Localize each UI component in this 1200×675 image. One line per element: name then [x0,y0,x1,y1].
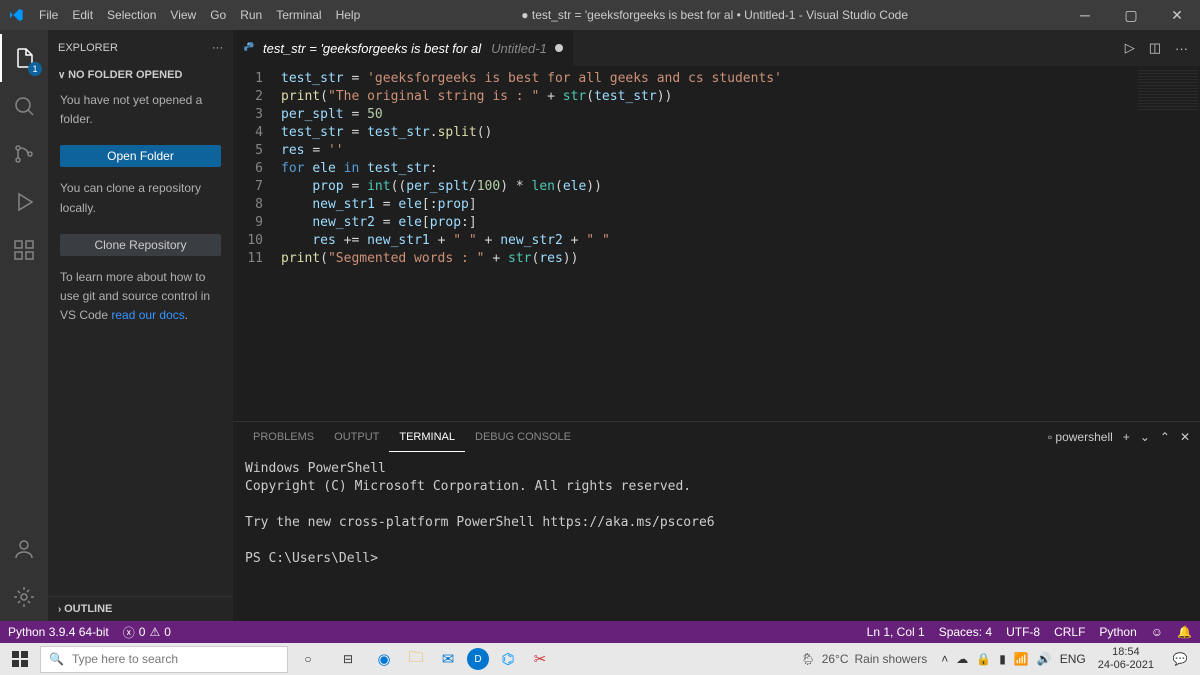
start-button[interactable] [0,643,40,675]
extensions-icon[interactable] [0,226,48,274]
eol[interactable]: CRLF [1054,625,1085,639]
taskbar-search[interactable]: 🔍 Type here to search [40,646,288,673]
weather-widget[interactable]: 🌦 26°C Rain showers [792,652,935,666]
snip-icon[interactable]: ✂ [527,646,553,672]
panel-tabs: PROBLEMSOUTPUTTERMINALDEBUG CONSOLE ▫ po… [233,422,1200,452]
bottom-panel: PROBLEMSOUTPUTTERMINALDEBUG CONSOLE ▫ po… [233,421,1200,621]
titlebar: FileEditSelectionViewGoRunTerminalHelp ●… [0,0,1200,30]
feedback-icon[interactable]: ☺ [1151,625,1163,639]
clock[interactable]: 18:54 24-06-2021 [1092,646,1160,672]
terminal-shell-label[interactable]: ▫ powershell [1048,430,1113,444]
activity-bar: 1 [0,30,48,621]
menu-bar: FileEditSelectionViewGoRunTerminalHelp [32,0,367,30]
sidebar: EXPLORER ··· NO FOLDER OPENED You have n… [48,30,233,621]
minimize-button[interactable]: ─ [1062,0,1108,30]
clone-msg: You can clone a repository locally. [48,173,233,227]
editor-tabs: test_str = 'geeksforgeeks is best for al… [233,30,1200,66]
search-icon: 🔍 [49,652,64,666]
code-editor[interactable]: 1234567891011 test_str = 'geeksforgeeks … [233,66,1200,421]
menu-go[interactable]: Go [203,8,233,22]
wifi-icon[interactable]: 📶 [1014,652,1029,666]
read-docs-link[interactable]: read our docs [111,308,184,322]
panel-tab-terminal[interactable]: TERMINAL [389,422,465,452]
new-terminal-icon[interactable]: + [1123,430,1130,444]
python-file-icon [243,41,257,55]
task-view-icon[interactable]: ⊟ [328,643,368,675]
sidebar-more-icon[interactable]: ··· [212,42,223,54]
menu-help[interactable]: Help [329,8,368,22]
window-title: ● test_str = 'geeksforgeeks is best for … [367,8,1062,22]
accounts-icon[interactable] [0,525,48,573]
menu-file[interactable]: File [32,8,65,22]
search-icon[interactable] [0,82,48,130]
menu-selection[interactable]: Selection [100,8,163,22]
dirty-indicator-icon [555,44,563,52]
editor-more-icon[interactable]: ··· [1175,41,1188,56]
settings-gear-icon[interactable] [0,573,48,621]
run-file-icon[interactable]: ▷ [1125,40,1135,56]
maximize-button[interactable]: ▢ [1108,0,1154,30]
security-icon[interactable]: 🔒 [976,652,991,666]
maximize-panel-icon[interactable]: ⌃ [1160,430,1170,444]
python-version[interactable]: Python 3.9.4 64-bit [8,625,109,639]
open-folder-button[interactable]: Open Folder [60,145,221,167]
split-editor-icon[interactable]: ◫ [1149,40,1161,56]
input-lang[interactable]: ENG [1060,652,1086,666]
terminal-dropdown-icon[interactable]: ⌄ [1140,430,1150,444]
vscode-taskbar-icon[interactable]: ⌬ [495,646,521,672]
editor-tab[interactable]: test_str = 'geeksforgeeks is best for al… [233,30,573,66]
menu-edit[interactable]: Edit [65,8,100,22]
close-panel-icon[interactable]: ✕ [1180,430,1190,444]
explorer-icon[interactable]: 1 [0,34,48,82]
vscode-logo-icon [8,7,24,23]
editor-area: test_str = 'geeksforgeeks is best for al… [233,30,1200,621]
action-center-icon[interactable]: 💬 [1160,643,1200,675]
weather-icon: 🌦 [800,652,815,666]
volume-icon[interactable]: 🔊 [1037,652,1052,666]
encoding[interactable]: UTF-8 [1006,625,1040,639]
problems-status[interactable]: ⓧ 0 ⚠ 0 [123,624,171,641]
close-button[interactable]: ✕ [1154,0,1200,30]
outline-section[interactable]: OUTLINE [48,596,233,621]
sidebar-title: EXPLORER [58,42,118,54]
file-explorer-icon[interactable]: 🗀 [403,646,429,672]
no-folder-msg: You have not yet opened a folder. [48,85,233,139]
onedrive-icon[interactable]: ☁ [956,652,968,666]
source-control-icon[interactable] [0,130,48,178]
cursor-position[interactable]: Ln 1, Col 1 [867,625,925,639]
panel-tab-output[interactable]: OUTPUT [324,422,389,452]
system-tray[interactable]: ˄ ☁ 🔒 ▮ 📶 🔊 ENG [935,652,1092,666]
battery-icon[interactable]: ▮ [999,652,1006,666]
edge-icon[interactable]: ◉ [371,646,397,672]
menu-terminal[interactable]: Terminal [269,8,328,22]
no-folder-label[interactable]: NO FOLDER OPENED [48,65,233,85]
run-debug-icon[interactable] [0,178,48,226]
code-content[interactable]: test_str = 'geeksforgeeks is best for al… [275,66,1200,421]
line-gutter: 1234567891011 [233,66,275,421]
panel-tab-problems[interactable]: PROBLEMS [243,422,324,452]
search-placeholder: Type here to search [72,652,178,666]
git-help-msg: To learn more about how to use git and s… [48,262,233,336]
cortana-icon[interactable]: ○ [288,643,328,675]
panel-tab-debug-console[interactable]: DEBUG CONSOLE [465,422,581,452]
indentation[interactable]: Spaces: 4 [939,625,992,639]
tab-filename: test_str = 'geeksforgeeks is best for al [263,41,481,56]
tray-chevron-icon[interactable]: ˄ [941,652,948,666]
terminal[interactable]: Windows PowerShell Copyright (C) Microso… [233,452,1200,621]
windows-taskbar: 🔍 Type here to search ○ ⊟ ◉ 🗀 ✉ D ⌬ ✂ 🌦 … [0,643,1200,675]
status-bar: Python 3.9.4 64-bit ⓧ 0 ⚠ 0 Ln 1, Col 1 … [0,621,1200,643]
language-mode[interactable]: Python [1099,625,1136,639]
tab-secondary: Untitled-1 [491,41,547,56]
menu-view[interactable]: View [163,8,203,22]
clone-repo-button[interactable]: Clone Repository [60,234,221,256]
menu-run[interactable]: Run [233,8,269,22]
dell-icon[interactable]: D [467,648,489,670]
minimap[interactable] [1138,70,1198,110]
notifications-icon[interactable]: 🔔 [1177,625,1192,639]
mail-icon[interactable]: ✉ [435,646,461,672]
